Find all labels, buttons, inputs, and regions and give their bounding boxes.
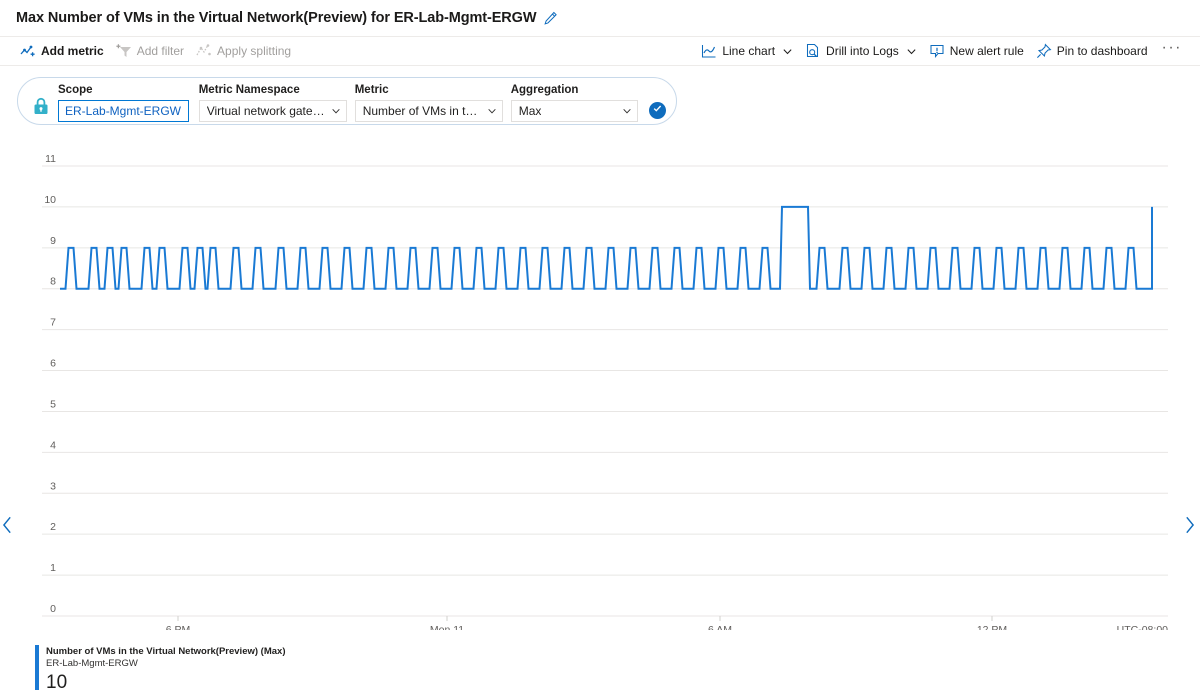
metrics-chart[interactable]: 0 1 2 3 4 5 6 7 8 9 10 11 6 PM Mon 11 6 AM 12 PM UTC-08… (0, 140, 1200, 630)
aggregation-value: Max (519, 104, 542, 118)
add-filter-button[interactable]: Add filter (112, 40, 192, 62)
metric-selector-panel: Scope ER-Lab-Mgmt-ERGW Metric Namespace … (17, 77, 677, 125)
chevron-down-icon (487, 106, 497, 116)
aggregation-dropdown[interactable]: Max (511, 100, 638, 122)
line-chart-icon (701, 43, 717, 59)
more-commands-button[interactable]: ··· (1156, 43, 1186, 59)
command-toolbar: Add metric Add filter Apply splittin (0, 36, 1200, 66)
apply-splitting-button[interactable]: Apply splitting (192, 40, 299, 62)
svg-text:6 AM: 6 AM (708, 624, 732, 630)
chevron-down-icon (622, 106, 632, 116)
svg-text:12 PM: 12 PM (977, 624, 1007, 630)
legend-resource-name: ER-Lab-Mgmt-ERGW (46, 658, 285, 670)
svg-text:6: 6 (50, 358, 56, 370)
svg-text:9: 9 (50, 235, 56, 247)
prev-pane-button[interactable] (0, 514, 14, 536)
legend-color-swatch (35, 645, 39, 690)
chart-x-axis-labels: 6 PM Mon 11 6 AM 12 PM UTC-08:00 (166, 616, 1168, 630)
add-filter-label: Add filter (137, 44, 184, 58)
scope-input[interactable]: ER-Lab-Mgmt-ERGW (58, 100, 189, 122)
svg-text:1: 1 (50, 562, 56, 574)
svg-text:Mon 11: Mon 11 (430, 624, 464, 630)
apply-metric-button[interactable] (649, 102, 666, 119)
new-alert-rule-button[interactable]: New alert rule (925, 40, 1032, 62)
add-metric-icon (20, 43, 36, 59)
chevron-down-icon[interactable] (782, 46, 793, 57)
svg-text:7: 7 (50, 317, 56, 329)
metric-label: Metric (355, 83, 503, 97)
svg-text:11: 11 (45, 153, 56, 165)
svg-text:5: 5 (50, 398, 56, 410)
add-metric-button[interactable]: Add metric (16, 40, 112, 62)
aggregation-label: Aggregation (511, 83, 638, 97)
svg-text:4: 4 (50, 439, 56, 451)
pin-to-dashboard-button[interactable]: Pin to dashboard (1032, 40, 1156, 62)
chart-y-axis-labels: 0 1 2 3 4 5 6 7 8 9 10 11 (44, 153, 56, 615)
metric-namespace-value: Virtual network gatewa... (207, 104, 325, 118)
toolbar-left-group: Add metric Add filter Apply splittin (16, 40, 299, 62)
pencil-icon[interactable] (543, 11, 558, 26)
title-bar: Max Number of VMs in the Virtual Network… (0, 0, 1200, 36)
metric-namespace-field: Metric Namespace Virtual network gatewa.… (199, 78, 347, 124)
line-chart-button[interactable]: Line chart (697, 40, 801, 62)
aggregation-field: Aggregation Max (511, 78, 638, 124)
svg-text:3: 3 (50, 480, 56, 492)
svg-text:6 PM: 6 PM (166, 624, 191, 630)
svg-text:0: 0 (50, 603, 56, 615)
drill-into-logs-label: Drill into Logs (826, 44, 899, 58)
metric-dropdown[interactable]: Number of VMs in the ... (355, 100, 503, 122)
drill-into-logs-icon (805, 43, 821, 59)
pin-icon (1036, 43, 1052, 59)
metric-namespace-dropdown[interactable]: Virtual network gatewa... (199, 100, 347, 122)
drill-into-logs-button[interactable]: Drill into Logs (801, 40, 925, 62)
svg-text:10: 10 (44, 194, 56, 206)
line-chart-label: Line chart (722, 44, 775, 58)
chart-legend[interactable]: Number of VMs in the Virtual Network(Pre… (35, 645, 285, 694)
chevron-down-icon[interactable] (906, 46, 917, 57)
new-alert-rule-icon (929, 43, 945, 59)
legend-metric-name: Number of VMs in the Virtual Network(Pre… (46, 646, 285, 658)
metric-namespace-label: Metric Namespace (199, 83, 347, 97)
metric-value: Number of VMs in the ... (363, 104, 481, 118)
chevron-down-icon (331, 106, 341, 116)
svg-text:UTC-08:00: UTC-08:00 (1117, 624, 1169, 630)
legend-text-block: Number of VMs in the Virtual Network(Pre… (46, 645, 285, 694)
apply-splitting-label: Apply splitting (217, 44, 291, 58)
scope-field: Scope ER-Lab-Mgmt-ERGW (58, 78, 189, 124)
legend-value: 10 (46, 671, 285, 694)
scope-label: Scope (58, 83, 189, 97)
toolbar-right-group: Line chart Drill into Logs (697, 40, 1186, 62)
apply-splitting-icon (196, 43, 212, 59)
checkmark-icon (652, 101, 663, 119)
next-pane-button[interactable] (1182, 514, 1196, 536)
add-metric-label: Add metric (41, 44, 104, 58)
svg-text:2: 2 (50, 521, 56, 533)
new-alert-rule-label: New alert rule (950, 44, 1024, 58)
page-title: Max Number of VMs in the Virtual Network… (16, 10, 536, 26)
resource-lock-icon (30, 95, 52, 117)
add-filter-icon (116, 43, 132, 59)
svg-text:8: 8 (50, 276, 56, 288)
chart-plot-surface[interactable]: 0 1 2 3 4 5 6 7 8 9 10 11 6 PM Mon 11 6 AM 12 PM UTC-08… (0, 140, 1200, 630)
metric-field: Metric Number of VMs in the ... (355, 78, 503, 124)
chart-gridlines (42, 166, 1168, 616)
scope-value: ER-Lab-Mgmt-ERGW (65, 104, 181, 118)
pin-to-dashboard-label: Pin to dashboard (1057, 44, 1148, 58)
